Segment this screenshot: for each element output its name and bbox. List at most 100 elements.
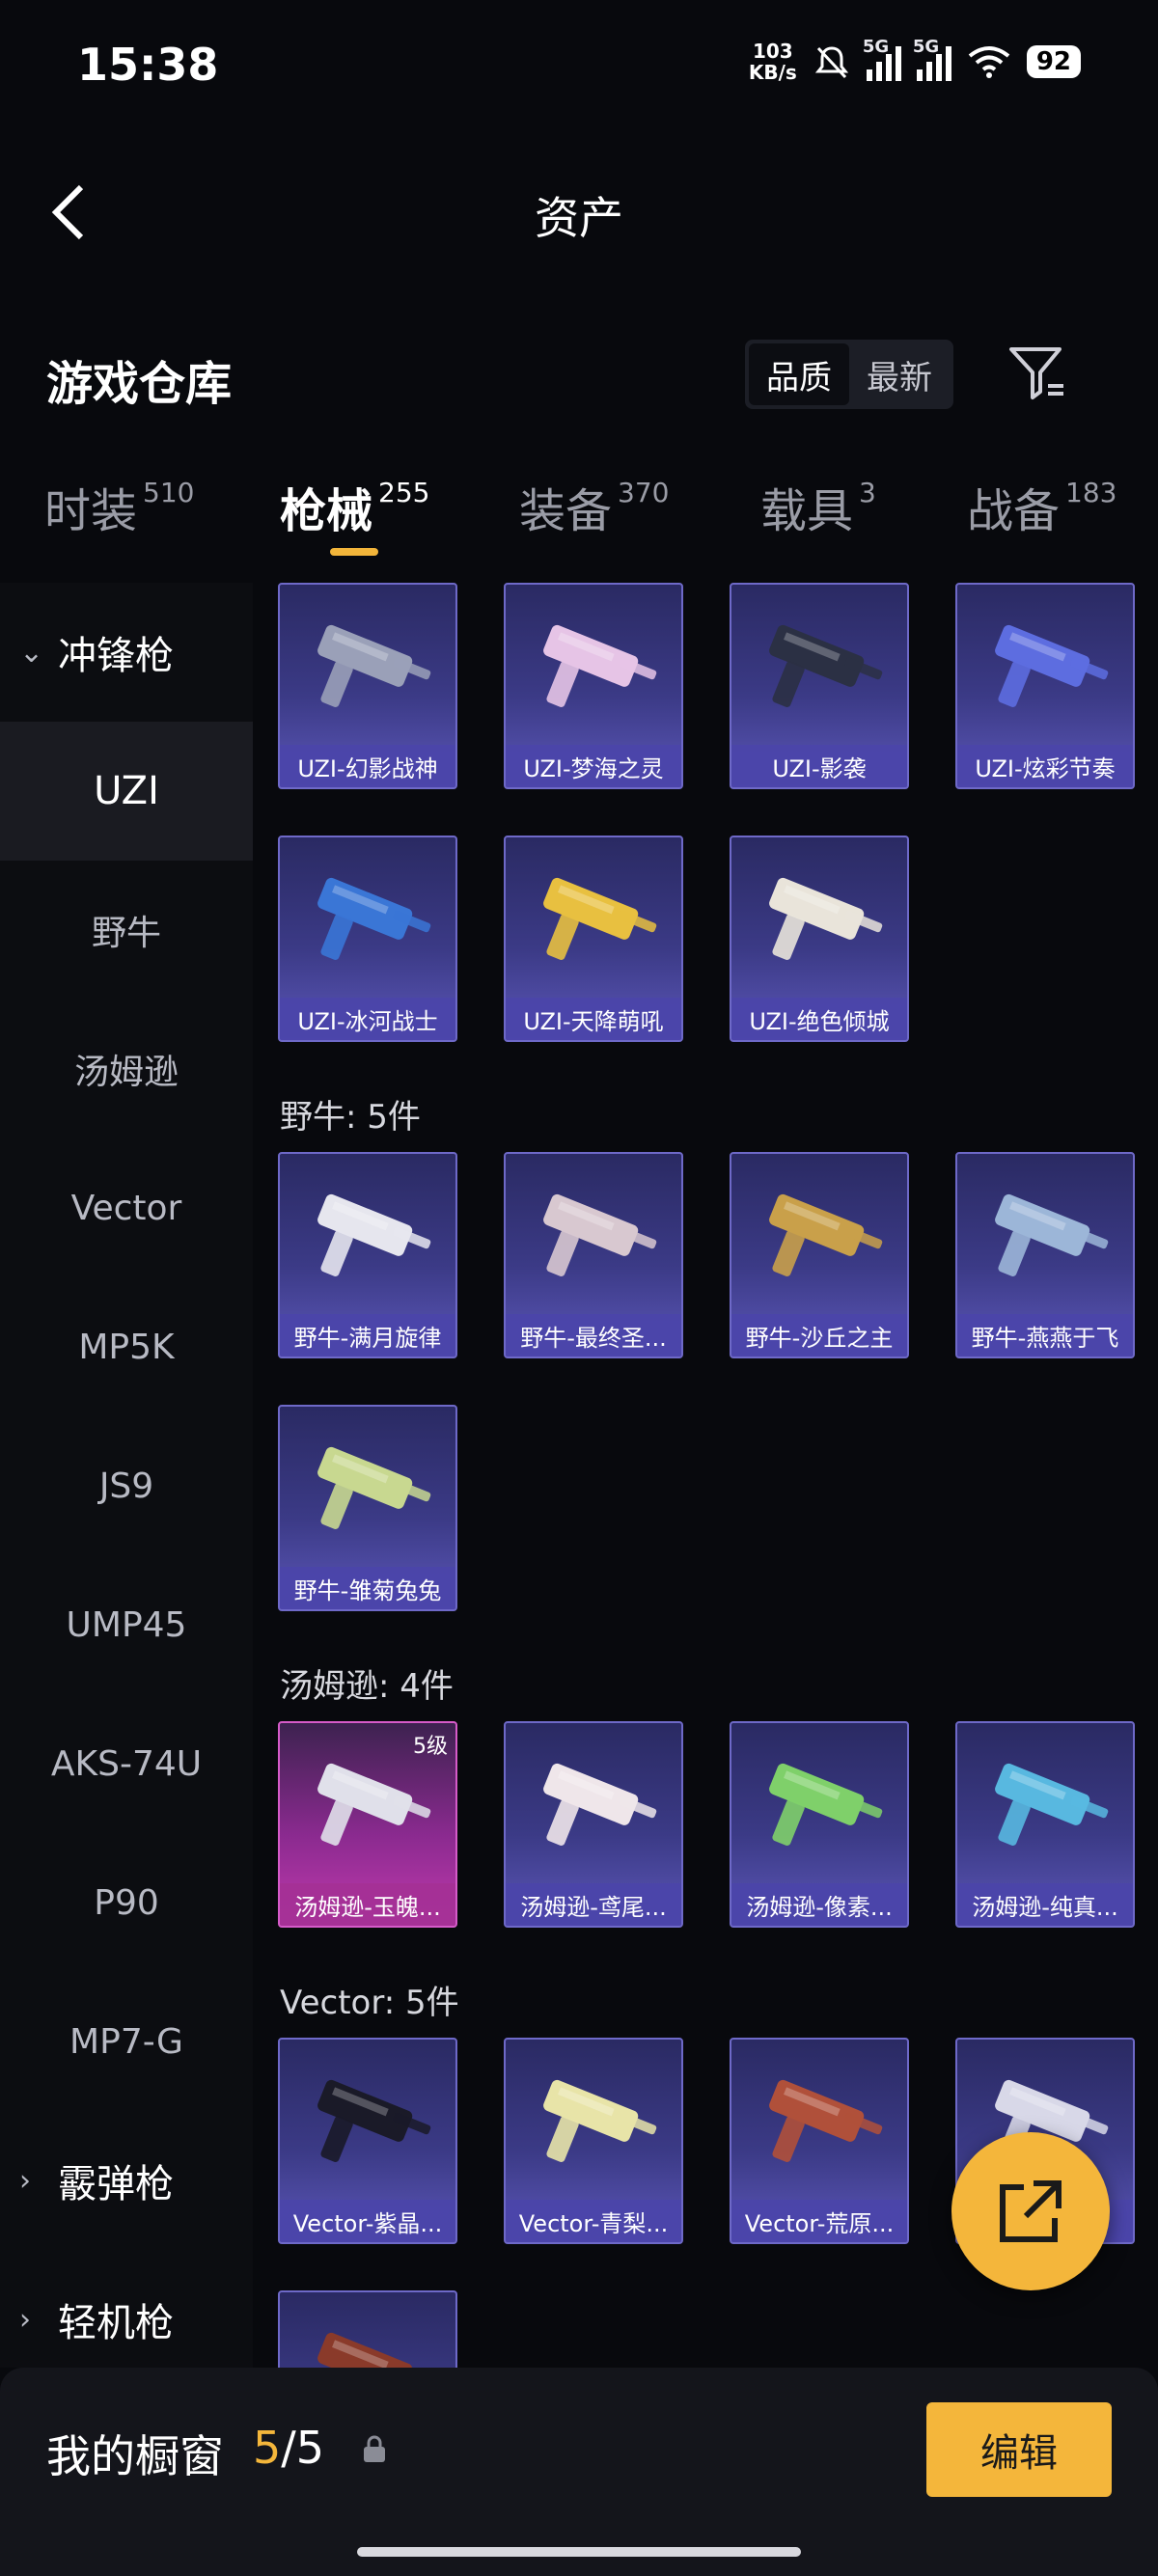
skin-card[interactable]: 汤姆逊-鸢尾... bbox=[504, 1721, 683, 1928]
tab-fashion[interactable]: 时装 510 bbox=[44, 473, 194, 540]
weapon-skin-image bbox=[317, 1193, 431, 1276]
sort-option-quality[interactable]: 品质 bbox=[749, 343, 849, 405]
skin-card[interactable]: Vector-青梨... bbox=[504, 2038, 683, 2244]
skin-card[interactable]: 野牛-满月旋律 bbox=[278, 1152, 457, 1358]
skin-card[interactable]: UZI-影袭 bbox=[730, 583, 909, 789]
chevron-right-icon: › bbox=[19, 2163, 31, 2198]
filter-button[interactable] bbox=[1004, 340, 1071, 407]
tab-supplies[interactable]: 战备 183 bbox=[967, 473, 1117, 540]
skin-card[interactable]: 野牛-最终圣... bbox=[504, 1152, 683, 1358]
skin-card[interactable] bbox=[278, 2290, 457, 2368]
sidebar-item-p90[interactable]: P90 bbox=[0, 1833, 253, 1972]
sidebar-item-bizon[interactable]: 野牛 bbox=[0, 861, 253, 1000]
weapon-skin-image bbox=[995, 624, 1109, 707]
status-bar: 15:38 103 KB/s 5G 5G 92 bbox=[0, 0, 1158, 145]
skin-name: 汤姆逊-鸢尾... bbox=[506, 1883, 681, 1926]
weapon-skin-image bbox=[317, 1763, 431, 1846]
showcase-count: 5/5 bbox=[253, 2422, 325, 2474]
weapon-skin-image bbox=[543, 624, 657, 707]
group-header: 野牛: 5件 bbox=[280, 1098, 421, 1137]
share-button[interactable] bbox=[951, 2132, 1110, 2290]
skin-card[interactable]: UZI-绝色倾城 bbox=[730, 836, 909, 1042]
tab-guns[interactable]: 枪械 255 bbox=[280, 473, 429, 540]
chevron-right-icon: › bbox=[19, 2302, 31, 2337]
skin-name: Vector-青梨... bbox=[506, 2200, 681, 2242]
weapon-skin-image bbox=[317, 1446, 431, 1529]
sidebar-item-js9[interactable]: JS9 bbox=[0, 1416, 253, 1555]
skin-card[interactable]: 汤姆逊-像素... bbox=[730, 1721, 909, 1928]
sidebar-item-ump45[interactable]: UMP45 bbox=[0, 1555, 253, 1694]
status-icons: 103 KB/s 5G 5G 92 bbox=[748, 37, 1081, 84]
chevron-down-icon: ⌄ bbox=[19, 635, 44, 670]
showcase-label: 我的橱窗 bbox=[46, 2430, 224, 2482]
page-title: 资产 bbox=[535, 192, 623, 244]
skin-card[interactable]: UZI-天降萌吼 bbox=[504, 836, 683, 1042]
group-header: Vector: 5件 bbox=[280, 1984, 459, 2022]
category-tabs: 时装 510 枪械 255 装备 370 载具 3 战备 183 bbox=[0, 473, 1158, 569]
network-speed: 103 KB/s bbox=[748, 40, 797, 84]
section-title: 游戏仓库 bbox=[46, 357, 233, 411]
skin-name: 汤姆逊-纯真... bbox=[957, 1883, 1133, 1926]
sidebar-item-mp7g[interactable]: MP7-G bbox=[0, 1972, 253, 2111]
weapon-skin-image bbox=[769, 877, 883, 960]
skin-name: UZI-冰河战士 bbox=[280, 998, 455, 1040]
lock-icon bbox=[364, 2435, 385, 2462]
signal-1-icon: 5G bbox=[863, 37, 901, 81]
skin-card[interactable]: 野牛-沙丘之主 bbox=[730, 1152, 909, 1358]
skin-name: UZI-炫彩节奏 bbox=[957, 745, 1133, 787]
weapon-skin-image bbox=[317, 624, 431, 707]
weapon-skin-image bbox=[769, 2079, 883, 2162]
skin-card[interactable]: UZI-梦海之灵 bbox=[504, 583, 683, 789]
home-indicator bbox=[357, 2547, 801, 2557]
skin-name: 汤姆逊-玉魄... bbox=[280, 1883, 455, 1926]
weapon-skin-image bbox=[317, 2332, 431, 2368]
weapon-skin-image bbox=[317, 877, 431, 960]
skin-card[interactable]: 5级汤姆逊-玉魄... bbox=[278, 1721, 457, 1928]
skin-card[interactable]: UZI-炫彩节奏 bbox=[955, 583, 1135, 789]
skin-name: 野牛-满月旋律 bbox=[280, 1314, 455, 1357]
weapon-skin-image bbox=[317, 2079, 431, 2162]
weapon-type-sidebar: ⌄ 冲锋枪 UZI 野牛 汤姆逊 Vector MP5K JS9 UMP45 A… bbox=[0, 583, 253, 2368]
share-icon bbox=[1000, 2180, 1062, 2242]
skin-card[interactable]: Vector-荒原... bbox=[730, 2038, 909, 2244]
skin-card[interactable]: 野牛-燕燕于飞 bbox=[955, 1152, 1135, 1358]
weapon-skin-image bbox=[543, 1193, 657, 1276]
skin-name: UZI-影袭 bbox=[731, 745, 907, 787]
skin-card[interactable]: Vector-紫晶... bbox=[278, 2038, 457, 2244]
sidebar-item-thompson[interactable]: 汤姆逊 bbox=[0, 1000, 253, 1138]
skin-name: UZI-梦海之灵 bbox=[506, 745, 681, 787]
mute-bell-icon bbox=[814, 46, 848, 79]
weapon-skin-image bbox=[995, 1193, 1109, 1276]
skin-name: 汤姆逊-像素... bbox=[731, 1883, 907, 1926]
weapon-skin-image bbox=[769, 624, 883, 707]
sort-toggle: 品质 最新 bbox=[745, 340, 953, 409]
sidebar-group-shotgun[interactable]: › 霰弹枪 bbox=[0, 2111, 253, 2250]
skin-card[interactable]: UZI-冰河战士 bbox=[278, 836, 457, 1042]
skin-name: 野牛-沙丘之主 bbox=[731, 1314, 907, 1357]
sidebar-group-smg[interactable]: ⌄ 冲锋枪 bbox=[0, 583, 253, 722]
skin-card[interactable]: 汤姆逊-纯真... bbox=[955, 1721, 1135, 1928]
active-tab-indicator bbox=[330, 548, 378, 556]
showcase-bar: 我的橱窗 5/5 编辑 bbox=[0, 2368, 1158, 2576]
weapon-skin-image bbox=[769, 1193, 883, 1276]
group-header: 汤姆逊: 4件 bbox=[280, 1667, 454, 1706]
level-badge: 5级 bbox=[413, 1735, 448, 1759]
wifi-icon bbox=[968, 46, 1010, 78]
skin-card[interactable]: UZI-幻影战神 bbox=[278, 583, 457, 789]
sidebar-item-aks74u[interactable]: AKS-74U bbox=[0, 1694, 253, 1833]
sort-option-newest[interactable]: 最新 bbox=[849, 343, 950, 405]
skin-name: 野牛-最终圣... bbox=[506, 1314, 681, 1357]
tab-vehicles[interactable]: 载具 3 bbox=[760, 473, 876, 540]
skin-name: Vector-紫晶... bbox=[280, 2200, 455, 2242]
sidebar-item-vector[interactable]: Vector bbox=[0, 1138, 253, 1277]
weapon-skin-image bbox=[995, 1763, 1109, 1846]
sidebar-item-uzi[interactable]: UZI bbox=[0, 722, 253, 861]
weapon-skin-image bbox=[543, 2079, 657, 2162]
weapon-skin-image bbox=[543, 877, 657, 960]
sidebar-item-mp5k[interactable]: MP5K bbox=[0, 1277, 253, 1416]
skin-card[interactable]: 野牛-雏菊兔兔 bbox=[278, 1405, 457, 1611]
skin-name: 野牛-燕燕于飞 bbox=[957, 1314, 1133, 1357]
edit-button[interactable]: 编辑 bbox=[926, 2402, 1112, 2497]
status-time: 15:38 bbox=[77, 39, 219, 91]
tab-equipment[interactable]: 装备 370 bbox=[519, 473, 669, 540]
